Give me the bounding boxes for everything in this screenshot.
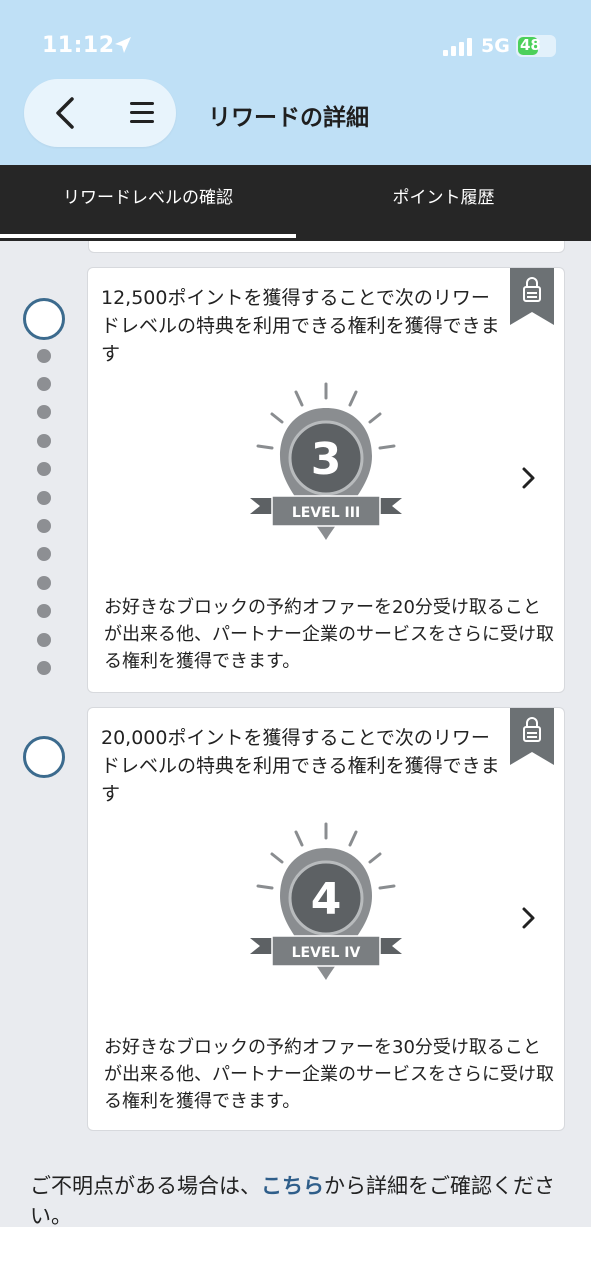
timeline-node bbox=[23, 736, 65, 778]
timeline-dot bbox=[37, 434, 51, 448]
level-benefit-text: お好きなブロックの予約オファーを30分受け取ることが出来る他、パートナー企業のサ… bbox=[104, 1037, 554, 1112]
menu-icon[interactable] bbox=[120, 91, 164, 135]
timeline-dot bbox=[37, 661, 51, 675]
level-number: 3 bbox=[311, 434, 342, 485]
tab-bar: リワードレベルの確認 ポイント履歴 bbox=[0, 165, 591, 241]
level-card-3[interactable]: 12,500ポイントを獲得することで次のリワードレベルの特典を利用できる権利を獲… bbox=[87, 267, 565, 693]
timeline-dot bbox=[37, 604, 51, 618]
help-link[interactable]: こちら bbox=[261, 1174, 324, 1198]
level-badge-icon: 4 LEVEL IV bbox=[250, 822, 402, 980]
timeline-dot bbox=[37, 547, 51, 561]
nav-pill bbox=[24, 79, 176, 147]
lock-bookmark-icon bbox=[510, 268, 554, 325]
tab-reward-levels[interactable]: リワードレベルの確認 bbox=[0, 165, 296, 241]
timeline-dot bbox=[37, 491, 51, 505]
level-benefit-text: お好きなブロックの予約オファーを20分受け取ることが出来る他、パートナー企業のサ… bbox=[104, 597, 554, 672]
timeline-dot bbox=[37, 377, 51, 391]
timeline-node bbox=[23, 298, 65, 340]
location-arrow-icon bbox=[115, 37, 131, 53]
level-label: LEVEL III bbox=[292, 505, 360, 521]
help-prefix: ご不明点がある場合は、 bbox=[30, 1174, 261, 1198]
timeline-dot bbox=[37, 405, 51, 419]
lock-bookmark-icon bbox=[510, 708, 554, 765]
status-time: 11:12 bbox=[42, 33, 115, 58]
battery-icon: 48 bbox=[516, 35, 556, 57]
timeline-dot bbox=[37, 462, 51, 476]
timeline-dot bbox=[37, 633, 51, 647]
help-text: ご不明点がある場合は、こちらから詳細をご確認ください。 bbox=[30, 1171, 570, 1227]
app-header: 11:12 5G 48 リワードの詳細 bbox=[0, 0, 591, 165]
battery-level: 48 bbox=[520, 36, 541, 54]
chevron-right-icon[interactable] bbox=[518, 463, 540, 493]
page-title: リワードの詳細 bbox=[208, 105, 369, 131]
timeline-dot bbox=[37, 349, 51, 363]
timeline-dot bbox=[37, 576, 51, 590]
level-requirement-text: 12,500ポイントを獲得することで次のリワードレベルの特典を利用できる権利を獲… bbox=[101, 287, 500, 365]
active-tab-indicator bbox=[0, 234, 296, 238]
tab-point-history[interactable]: ポイント履歴 bbox=[296, 165, 591, 241]
back-icon[interactable] bbox=[44, 91, 88, 135]
signal-icon bbox=[443, 38, 472, 56]
level-card-4[interactable]: 20,000ポイントを獲得することで次のリワードレベルの特典を利用できる権利を獲… bbox=[87, 707, 565, 1131]
level-requirement-text: 20,000ポイントを獲得することで次のリワードレベルの特典を利用できる権利を獲… bbox=[101, 727, 500, 805]
chevron-right-icon[interactable] bbox=[518, 903, 540, 933]
level-label: LEVEL IV bbox=[292, 945, 361, 961]
network-type: 5G bbox=[481, 35, 510, 57]
level-number: 4 bbox=[311, 874, 342, 925]
previous-level-card bbox=[88, 241, 565, 253]
levels-list: 12,500ポイントを獲得することで次のリワードレベルの特典を利用できる権利を獲… bbox=[0, 241, 591, 1227]
level-badge-icon: 3 LEVEL III bbox=[250, 382, 402, 540]
timeline-dot bbox=[37, 519, 51, 533]
